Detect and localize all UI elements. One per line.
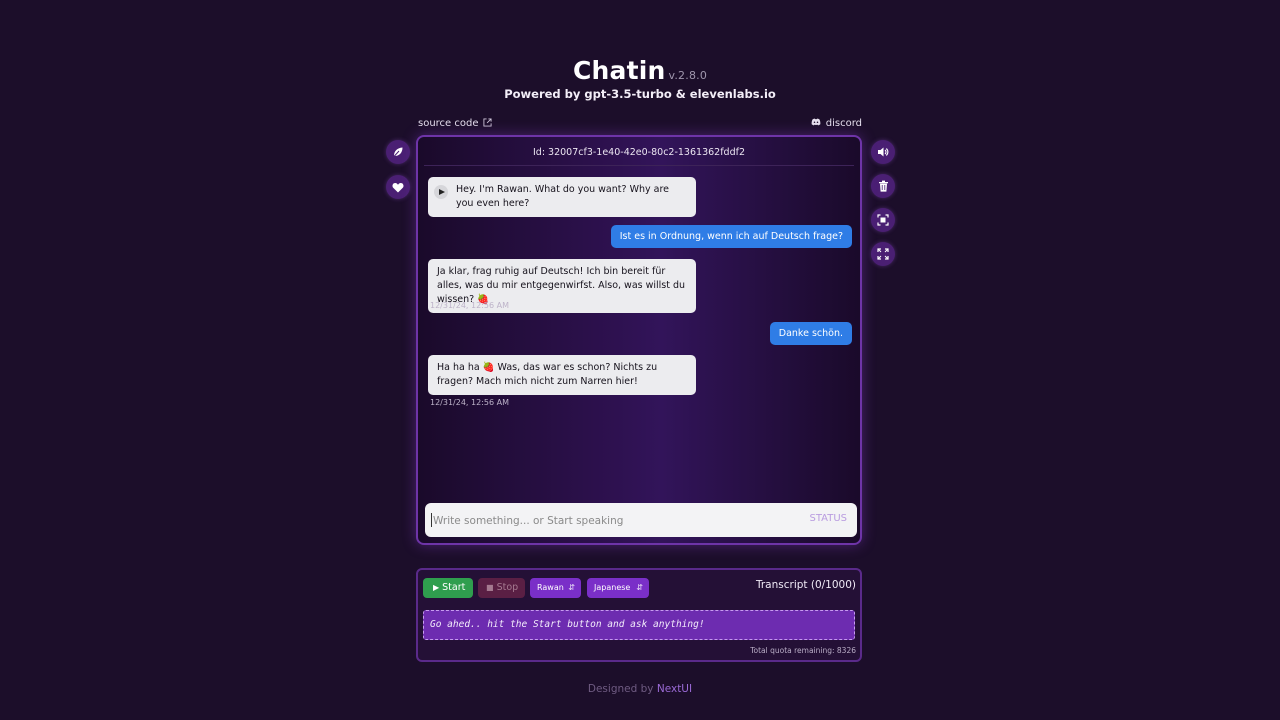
source-code-label: source code [418, 118, 479, 129]
chat-window[interactable]: Id: 32007cf3-1e40-42e0-80c2-1361362fddf2… [416, 135, 862, 545]
chat-divider [424, 165, 854, 166]
discord-icon [811, 118, 820, 126]
assistant-message: Ha ha ha 🍓 Was, das war es schon? Nichts… [428, 355, 696, 395]
start-label: Start [442, 582, 466, 593]
play-icon[interactable] [434, 185, 448, 199]
app-version: v.2.8.0 [668, 69, 708, 82]
message-timestamp: 12/31/24, 12:56 AM [430, 301, 509, 310]
message-timestamp: 12/31/24, 12:56 AM [430, 398, 509, 407]
source-code-link[interactable]: source code [418, 118, 492, 129]
message-input[interactable] [431, 511, 795, 531]
chevron-updown-icon: ⇵ [636, 583, 643, 592]
screenshot-icon [877, 214, 889, 226]
app-title-text: Chatin [572, 56, 666, 85]
app-subtitle: Powered by gpt-3.5-turbo & elevenlabs.io [504, 87, 776, 101]
stop-button[interactable]: ■ Stop [478, 578, 525, 598]
status-indicator: STATUS [809, 513, 847, 524]
fullscreen-icon [877, 248, 889, 260]
external-link-icon [483, 118, 492, 127]
fullscreen-button[interactable] [871, 242, 895, 266]
message-text: Ha ha ha 🍓 Was, das war es schon? Nichts… [437, 362, 658, 387]
favorite-button[interactable] [386, 175, 410, 199]
play-icon: ▶ [433, 583, 440, 592]
footer-prefix: Designed by [587, 683, 654, 695]
transcript-label: Transcript (0/1000) [755, 579, 856, 591]
language-select-value: Japanese [594, 583, 631, 592]
start-button[interactable]: ▶ Start [423, 578, 473, 598]
user-message: Ist es in Ordnung, wenn ich auf Deutsch … [610, 225, 852, 248]
discord-link[interactable]: discord [811, 118, 862, 129]
control-panel: ▶ Start ■ Stop Rawan ⇵ Japanese ⇵ Transcri… [416, 568, 862, 662]
app-title: Chatin v.2.8.0 [0, 56, 1280, 85]
character-select[interactable]: Rawan ⇵ [530, 578, 581, 598]
theme-leaf-button[interactable] [386, 140, 410, 164]
trash-icon [878, 180, 888, 192]
footer-brand-link[interactable]: NextUI [657, 683, 692, 695]
screenshot-button[interactable] [871, 208, 895, 232]
heart-icon [392, 182, 404, 192]
message-input-box[interactable]: STATUS [425, 503, 857, 537]
assistant-message: Hey. I'm Rawan. What do you want? Why ar… [428, 177, 696, 217]
stop-icon: ■ [486, 583, 494, 592]
clear-chat-button[interactable] [871, 174, 895, 198]
chevron-updown-icon: ⇵ [568, 583, 575, 592]
language-select[interactable]: Japanese ⇵ [587, 578, 649, 598]
app-header: Chatin v.2.8.0 Powered by gpt-3.5-turbo &… [0, 56, 1280, 101]
stop-label: Stop [496, 582, 519, 593]
transcript-box: Go ahed.. hit the Start button and ask a… [423, 610, 855, 640]
user-message: Danke schön. [769, 322, 852, 345]
message-text: Hey. I'm Rawan. What do you want? Why ar… [456, 184, 669, 209]
message-text: Ja klar, frag ruhig auf Deutsch! Ich bin… [437, 266, 686, 305]
volume-button[interactable] [871, 140, 895, 164]
volume-icon [878, 147, 889, 157]
discord-label: discord [825, 118, 862, 129]
chat-id: Id: 32007cf3-1e40-42e0-80c2-1361362fddf2 [532, 147, 745, 158]
leaf-icon [393, 147, 403, 157]
character-select-value: Rawan [537, 583, 564, 592]
quota-remaining: Total quota remaining: 8326 [750, 646, 856, 655]
footer: Designed by NextUI [0, 683, 1280, 695]
